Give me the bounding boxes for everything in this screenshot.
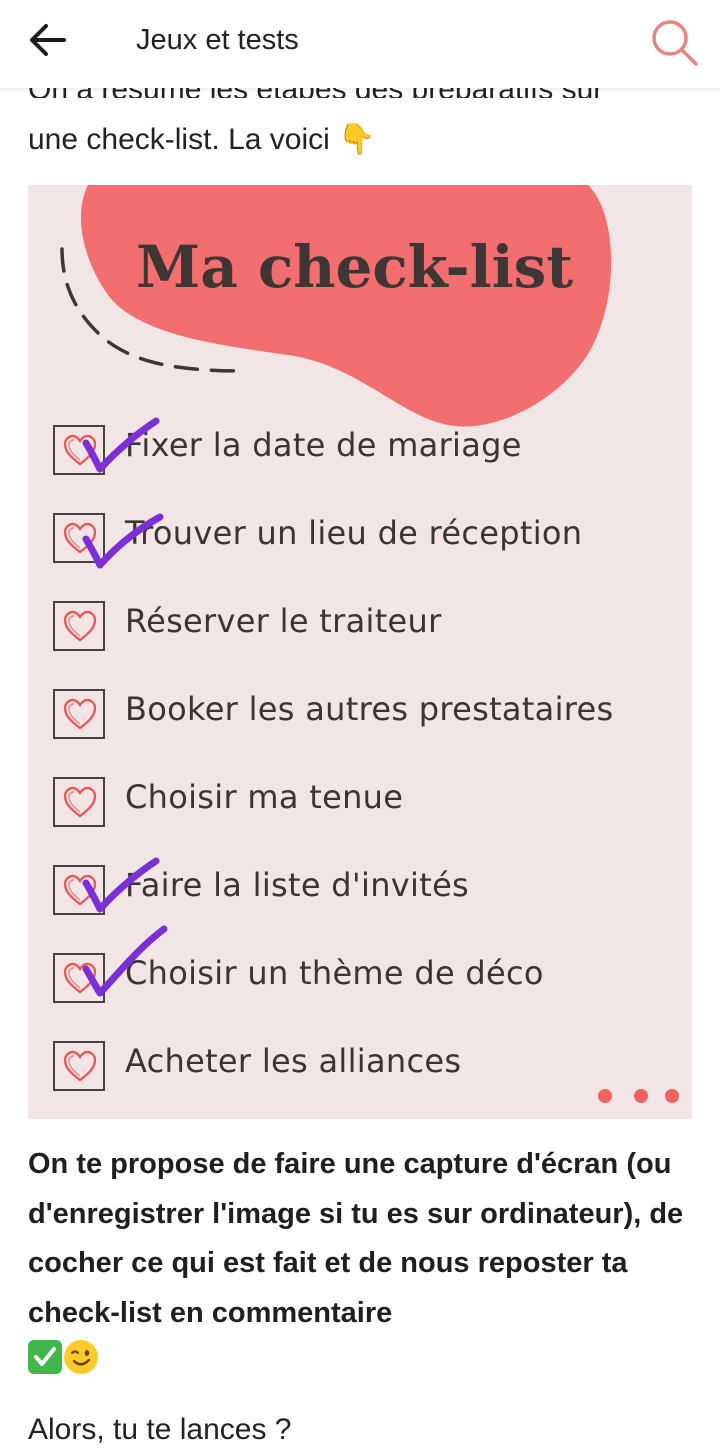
heart-icon xyxy=(63,698,97,730)
heart-checkbox xyxy=(53,865,105,915)
checklist-item-label: Acheter les alliances xyxy=(125,1042,462,1080)
carousel-dot xyxy=(598,1089,612,1103)
heart-checkbox xyxy=(53,1041,105,1091)
checklist-item: Fixer la date de mariage xyxy=(28,417,692,487)
checklist-item-label: Trouver un lieu de réception xyxy=(125,514,583,552)
checklist-item: Choisir un thème de déco xyxy=(28,925,692,1015)
intro-text: une check-list. La voici 👇 xyxy=(28,118,688,162)
paragraph-emojis xyxy=(28,1340,698,1374)
app-header: Jeux et tests xyxy=(0,0,720,88)
heart-checkbox xyxy=(53,689,105,739)
heart-checkbox xyxy=(53,601,105,651)
heart-checkbox xyxy=(53,425,105,475)
checklist-title: Ma check-list xyxy=(136,233,574,301)
back-button[interactable] xyxy=(26,20,70,60)
post-paragraph: On te propose de faire une capture d'écr… xyxy=(28,1140,698,1374)
checklist-item-label: Choisir ma tenue xyxy=(125,778,404,816)
heart-checkbox xyxy=(53,513,105,563)
page: Jeux et tests On a résumé les étapes des… xyxy=(0,0,720,1451)
arrow-left-icon xyxy=(30,24,66,56)
closing-question: Alors, tu te lances ? xyxy=(28,1413,292,1446)
carousel-dot xyxy=(665,1089,679,1103)
heart-icon xyxy=(63,874,97,906)
checklist-item-label: Booker les autres prestataires xyxy=(125,690,614,728)
search-button[interactable] xyxy=(648,16,700,68)
winking-face-emoji-icon xyxy=(64,1340,98,1374)
checklist-item: Acheter les alliances xyxy=(28,1033,692,1103)
heart-icon xyxy=(63,962,97,994)
search-icon xyxy=(652,20,698,66)
checklist-item-label: Fixer la date de mariage xyxy=(125,426,522,464)
heart-checkbox xyxy=(53,953,105,1003)
paragraph-text: On te propose de faire une capture d'écr… xyxy=(28,1148,684,1329)
checklist-image: Ma check-list Fixer la date de mariage Tr… xyxy=(28,185,692,1119)
heart-icon xyxy=(63,434,97,466)
heart-icon xyxy=(63,1050,97,1082)
pointing-down-emoji-icon: 👇 xyxy=(338,123,376,156)
checklist-item: Réserver le traiteur xyxy=(28,593,692,663)
checklist-item: Trouver un lieu de réception xyxy=(28,505,692,575)
heart-icon xyxy=(63,786,97,818)
carousel-dot xyxy=(634,1089,648,1103)
checklist-item: Choisir ma tenue xyxy=(28,769,692,839)
checklist-item: Faire la liste d'invités xyxy=(28,857,692,927)
checklist-item-label: Faire la liste d'invités xyxy=(125,866,470,904)
checklist-item: Booker les autres prestataires xyxy=(28,681,692,751)
check-mark-emoji-icon xyxy=(28,1340,62,1374)
checklist-item-label: Choisir un thème de déco xyxy=(125,954,544,992)
header-title: Jeux et tests xyxy=(136,24,299,56)
heart-checkbox xyxy=(53,777,105,827)
intro-label: une check-list. La voici xyxy=(28,123,330,156)
checklist-item-label: Réserver le traiteur xyxy=(125,602,442,640)
heart-icon xyxy=(63,522,97,554)
heart-icon xyxy=(63,610,97,642)
